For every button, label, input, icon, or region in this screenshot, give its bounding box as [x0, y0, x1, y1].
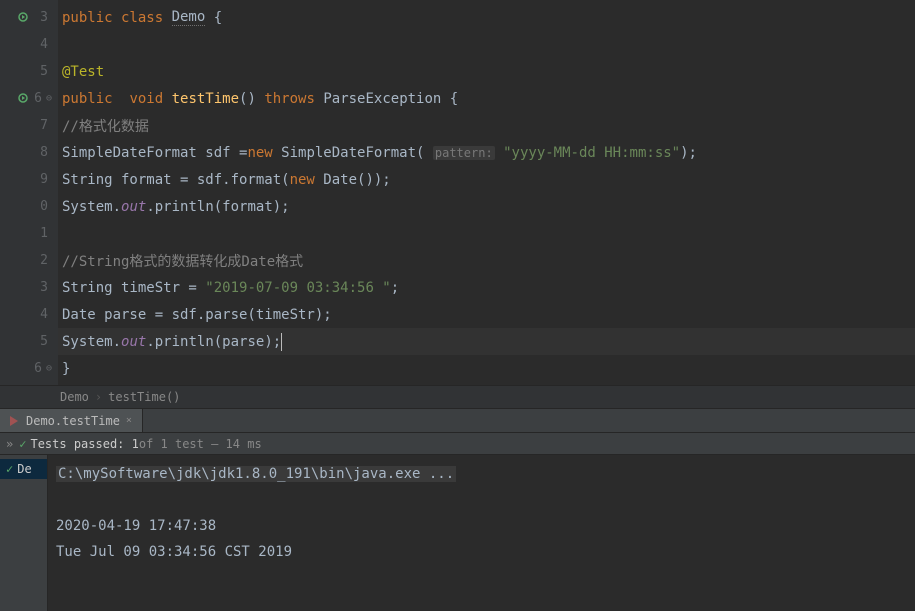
code-line-current: System.out.println(parse); [58, 328, 915, 355]
code-editor[interactable]: public class Demo { @Test public void te… [58, 0, 915, 385]
code-line: public void testTime() throws ParseExcep… [58, 85, 915, 112]
line-number: 2 [40, 253, 48, 268]
tests-passed-label: Tests passed: 1 [30, 437, 138, 451]
chevron-right-icon: › [95, 390, 102, 404]
code-line: @Test [58, 58, 915, 85]
chevron-right-icon[interactable]: » [6, 437, 13, 451]
line-number: 3 [40, 10, 48, 25]
code-line: } [58, 355, 915, 382]
console-line: Tue Jul 09 03:34:56 CST 2019 [56, 544, 292, 560]
line-number: 7 [40, 118, 48, 133]
command-line: C:\mySoftware\jdk\jdk1.8.0_191\bin\java.… [56, 466, 456, 482]
code-line: String timeStr = "2019-07-09 03:34:56 "; [58, 274, 915, 301]
code-line: //格式化数据 [58, 112, 915, 139]
line-number: 3 [40, 280, 48, 295]
line-number: 6 [34, 361, 42, 376]
breadcrumb[interactable]: Demo › testTime() [0, 385, 915, 408]
check-icon: ✓ [6, 462, 13, 476]
line-number: 8 [40, 145, 48, 160]
test-status-bar: » ✓ Tests passed: 1 of 1 test – 14 ms [0, 433, 915, 455]
code-line: String format = sdf.format(new Date()); [58, 166, 915, 193]
fold-close-icon[interactable]: ⊖ [46, 363, 52, 374]
run-panel: ✓ De C:\mySoftware\jdk\jdk1.8.0_191\bin\… [0, 455, 915, 611]
parameter-hint: pattern: [433, 146, 495, 160]
code-line: Date parse = sdf.parse(timeStr); [58, 301, 915, 328]
line-number: 4 [40, 37, 48, 52]
tests-detail: of 1 test – 14 ms [139, 437, 262, 451]
test-tree-item: ✓ De [0, 459, 47, 479]
run-tab-bar: Demo.testTime × [0, 408, 915, 433]
check-icon: ✓ [19, 437, 26, 451]
line-number: 6 [34, 91, 42, 106]
breadcrumb-method: testTime() [108, 390, 180, 404]
code-line: System.out.println(format); [58, 193, 915, 220]
line-number: 5 [40, 64, 48, 79]
console-line: 2020-04-19 17:47:38 [56, 518, 216, 534]
code-line: SimpleDateFormat sdf =new SimpleDateForm… [58, 139, 915, 166]
code-line [58, 220, 915, 247]
run-icon [10, 416, 20, 426]
test-tree[interactable]: ✓ De [0, 455, 48, 611]
line-number: 1 [40, 226, 48, 241]
fold-icon[interactable]: ⊖ [46, 93, 52, 104]
close-icon[interactable]: × [126, 415, 132, 426]
gutter: 3 4 5 6 ⊖ 7 8 9 0 1 2 3 4 5 6 ⊖ [0, 0, 58, 385]
run-test-icon[interactable] [18, 93, 30, 105]
console-output[interactable]: C:\mySoftware\jdk\jdk1.8.0_191\bin\java.… [48, 455, 915, 611]
run-tab[interactable]: Demo.testTime × [0, 409, 143, 432]
cursor [281, 333, 282, 351]
breadcrumb-class: Demo [60, 390, 89, 404]
code-line [58, 31, 915, 58]
line-number: 0 [40, 199, 48, 214]
code-line: //String格式的数据转化成Date格式 [58, 247, 915, 274]
run-class-icon[interactable] [18, 12, 30, 24]
line-number: 5 [40, 334, 48, 349]
line-number: 4 [40, 307, 48, 322]
editor-area: 3 4 5 6 ⊖ 7 8 9 0 1 2 3 4 5 6 ⊖ public cla… [0, 0, 915, 385]
code-line: public class Demo { [58, 4, 915, 31]
line-number: 9 [40, 172, 48, 187]
